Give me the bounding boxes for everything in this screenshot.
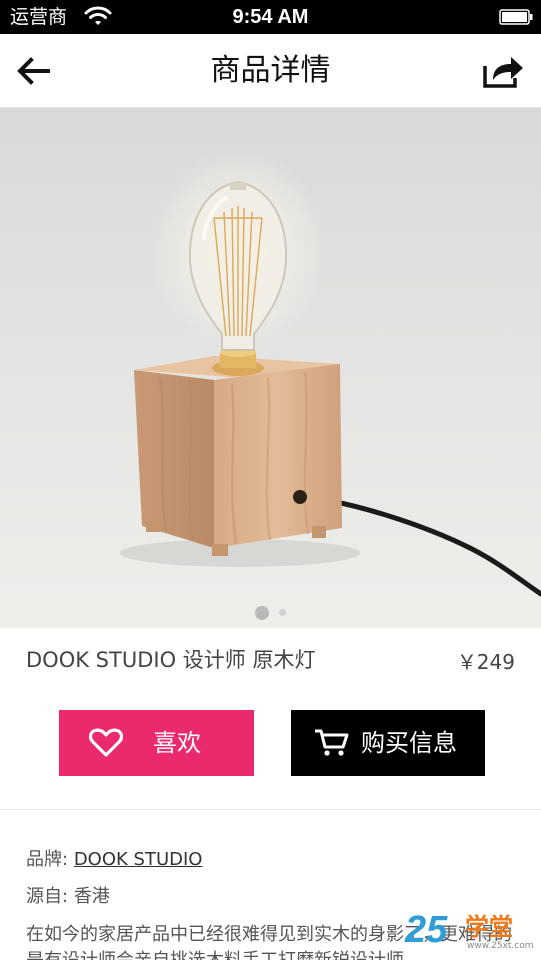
- action-buttons: 喜欢 购买信息: [0, 694, 541, 810]
- buy-info-label: 购买信息: [361, 729, 457, 757]
- nav-bar: 商品详情: [0, 34, 541, 108]
- cart-icon: [315, 729, 349, 756]
- watermark-number: 25: [405, 909, 448, 951]
- watermark-url: www.25xt.com: [467, 941, 534, 951]
- lamp-photo: [0, 108, 541, 628]
- status-time: 9:54 AM: [232, 6, 309, 28]
- brand-row: 品牌: DOOK STUDIO: [26, 847, 202, 873]
- product-image[interactable]: [0, 108, 541, 628]
- status-bar: 运营商 9:54 AM: [0, 0, 541, 34]
- share-icon[interactable]: [481, 52, 525, 90]
- origin-value: 香港: [73, 886, 110, 907]
- heart-icon: [89, 728, 123, 757]
- origin-label: 源自:: [26, 886, 69, 907]
- origin-row: 源自: 香港: [26, 884, 110, 910]
- brand-link[interactable]: DOOK STUDIO: [74, 849, 203, 870]
- pager-dot-active[interactable]: [255, 605, 269, 620]
- buy-info-button[interactable]: 购买信息: [291, 710, 485, 776]
- watermark-text: 学堂: [465, 913, 513, 941]
- battery-icon: [499, 9, 533, 25]
- product-price: ￥249: [456, 650, 515, 674]
- product-info-row: DOOK STUDIO 设计师 原木灯 ￥249: [0, 628, 541, 694]
- brand-label: 品牌:: [26, 849, 69, 870]
- like-button[interactable]: 喜欢: [59, 710, 254, 776]
- gallery-pager[interactable]: [0, 602, 541, 620]
- like-label: 喜欢: [153, 729, 201, 757]
- pager-dot[interactable]: [279, 609, 286, 616]
- watermark-logo: 25 学堂 www.25xt.com: [405, 908, 535, 956]
- product-name: DOOK STUDIO 设计师 原木灯: [26, 648, 316, 672]
- page-title: 商品详情: [210, 53, 331, 88]
